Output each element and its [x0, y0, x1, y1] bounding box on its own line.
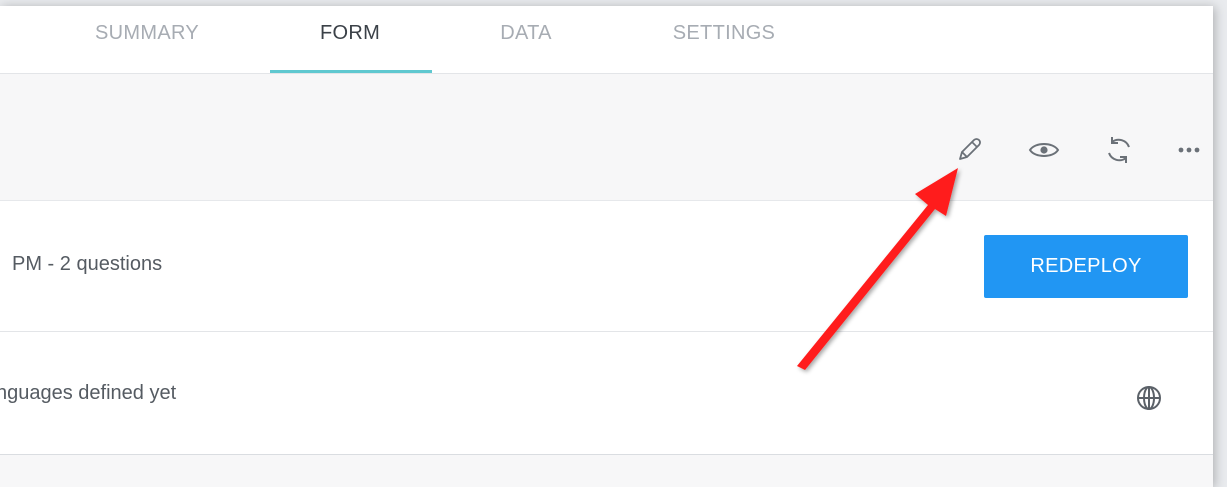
redeploy-button[interactable]: REDEPLOY — [984, 235, 1188, 298]
more-actions-button[interactable] — [1172, 132, 1208, 168]
pencil-icon — [959, 138, 981, 160]
languages-status: nguages defined yet — [0, 382, 177, 404]
tab-bar: SUMMARY FORM DATA SETTINGS — [0, 6, 1213, 74]
tab-data[interactable]: DATA — [478, 6, 574, 73]
tab-settings[interactable]: SETTINGS — [656, 6, 792, 73]
bottom-area — [0, 455, 1213, 487]
eye-icon — [1028, 143, 1060, 157]
replace-form-button[interactable] — [1101, 132, 1137, 168]
globe-icon[interactable] — [1135, 384, 1163, 412]
deployment-info: PM - 2 questions — [12, 253, 163, 275]
tab-form[interactable]: FORM — [290, 6, 410, 73]
deployment-row: PM - 2 questions REDEPLOY — [0, 201, 1213, 332]
preview-form-button[interactable] — [1026, 132, 1062, 168]
tab-summary[interactable]: SUMMARY — [82, 6, 212, 73]
form-toolbar — [0, 74, 1213, 201]
edit-form-button[interactable] — [951, 132, 987, 168]
more-icon — [1178, 147, 1200, 153]
languages-row: nguages defined yet — [0, 332, 1213, 455]
refresh-icon — [1108, 137, 1130, 163]
active-tab-indicator — [270, 70, 432, 73]
app-frame: SUMMARY FORM DATA SETTINGS PM - 2 questi… — [0, 6, 1213, 487]
